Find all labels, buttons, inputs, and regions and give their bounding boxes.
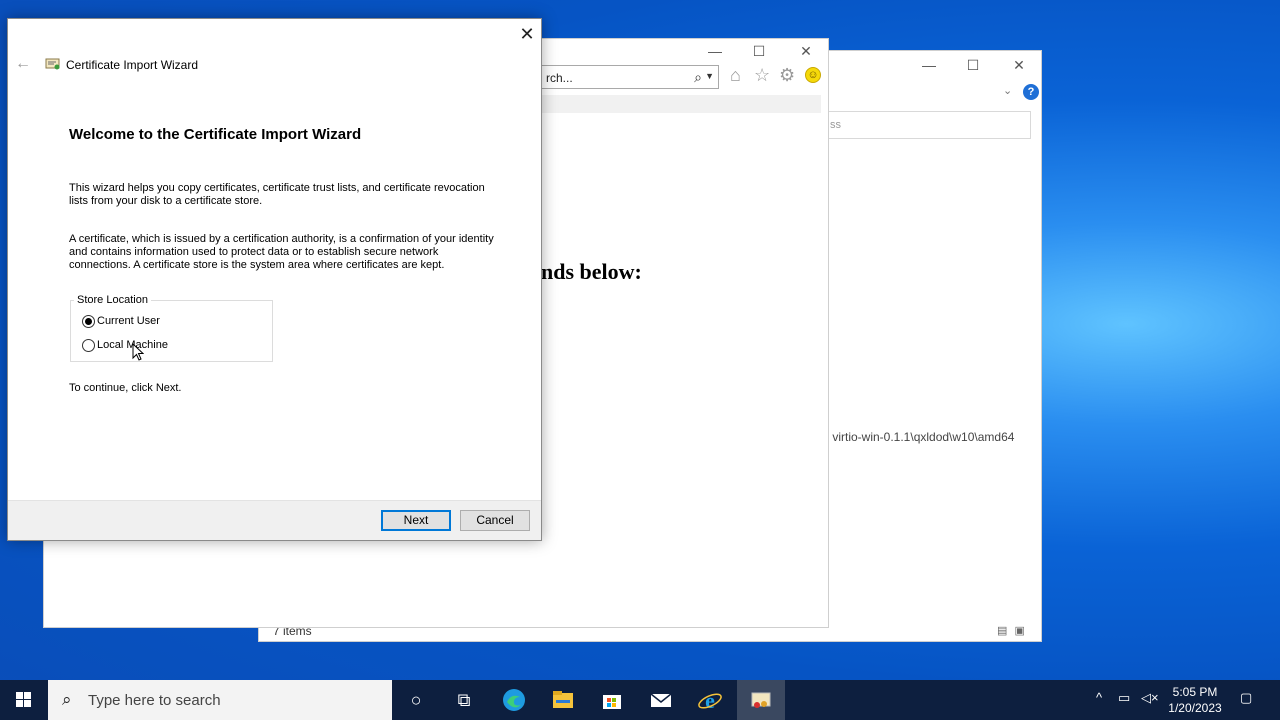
explorer-search-box[interactable]: ss [825,111,1031,139]
intro-paragraph: This wizard helps you copy certificates,… [69,182,509,208]
radio-label-current-user[interactable]: Current User [97,315,160,327]
mail-icon[interactable] [648,688,674,712]
chevron-down-icon[interactable]: ▼ [705,71,714,81]
intro-line-1: This wizard helps you copy certificates,… [69,182,485,194]
cortana-icon[interactable]: ○ [403,688,429,712]
intro-line-2: lists from your disk to a certificate st… [69,195,263,207]
system-clock[interactable]: 5:05 PM 1/20/2023 [1164,684,1226,716]
help-icon[interactable]: ? [1023,84,1039,100]
ie-close-button[interactable]: ✕ [792,43,820,61]
microsoft-store-icon[interactable] [599,688,625,712]
store-location-label: Store Location [74,294,151,306]
task-view-icon[interactable]: ⧉ [451,688,477,712]
show-hidden-icons-chevron-icon[interactable]: ^ [1096,690,1102,705]
speaker-muted-icon[interactable]: ◁× [1141,690,1159,706]
radio-indicator-selected[interactable] [82,315,95,328]
windows-logo-icon [16,692,31,707]
ie-maximize-button[interactable]: ☐ [745,43,773,61]
notifications-icon[interactable]: ▢ [1240,690,1252,706]
description-paragraph: A certificate, which is issued by a cert… [69,233,509,272]
search-icon: ⌕ [62,690,72,709]
gear-icon[interactable]: ⚙ [779,65,795,86]
wizard-heading: Welcome to the Certificate Import Wizard [69,126,362,143]
explorer-minimize-button[interactable]: — [915,57,943,75]
network-icon[interactable]: ▭ [1118,690,1130,706]
clock-date: 1/20/2023 [1168,701,1222,715]
certificate-icon [45,58,60,70]
ie-minimize-button[interactable]: — [701,43,729,61]
certificate-wizard-taskbar-icon[interactable] [748,688,774,712]
feedback-smiley-icon[interactable]: ☺ [805,67,821,83]
wizard-window-title: Certificate Import Wizard [66,58,199,72]
svg-text:e: e [705,688,715,712]
ie-search-box[interactable]: rch... ⌕ ▼ [541,65,719,89]
taskbar-search-placeholder: Type here to search [88,692,221,709]
certificate-import-wizard-dialog: ✕ ← Certificate Import Wizard Welcome to… [7,18,542,541]
start-button[interactable] [0,680,48,720]
chevron-down-icon[interactable]: ⌄ [1003,84,1012,97]
ie-search-text: rch... [546,71,573,85]
home-icon[interactable]: ⌂ [730,65,741,86]
cancel-button[interactable]: Cancel [460,510,530,531]
continue-instruction: To continue, click Next. [69,382,182,394]
edge-browser-icon[interactable] [501,688,527,712]
wizard-footer: Next Cancel [8,500,541,540]
file-explorer-icon[interactable] [550,688,576,712]
search-icon[interactable]: ⌕ [694,69,702,86]
mouse-cursor-icon [132,343,144,361]
back-arrow-icon[interactable]: ← [15,55,31,73]
explorer-path-text: ) virtio-win-0.1.1\qxldod\w10\amd64 [825,430,1015,444]
internet-explorer-icon[interactable]: e [697,688,723,713]
taskbar-search-box[interactable]: ⌕ Type here to search [48,680,392,720]
favorites-star-icon[interactable]: ☆ [754,65,770,86]
radio-current-user[interactable]: Current User [82,314,242,330]
next-button[interactable]: Next [381,510,451,531]
taskbar: ⌕ Type here to search ○ ⧉ e ^ ▭ ◁× 5:05 … [0,680,1280,720]
ie-tab-strip[interactable] [541,95,821,113]
explorer-close-button[interactable]: ✕ [1005,57,1033,75]
ie-page-heading: nds below: [541,259,642,284]
view-toggle-icons[interactable]: ▤ ▣ [997,624,1027,637]
radio-local-machine[interactable]: Local Machine [82,338,242,354]
description-line-1: A certificate, which is issued by a cert… [69,233,494,245]
clock-time: 5:05 PM [1172,685,1218,699]
description-line-3: connections. A certificate store is the … [69,259,445,271]
description-line-2: and contains information used to protect… [69,246,439,258]
close-icon[interactable]: ✕ [516,25,538,45]
explorer-maximize-button[interactable]: ☐ [959,57,987,75]
radio-indicator-unselected[interactable] [82,339,95,352]
